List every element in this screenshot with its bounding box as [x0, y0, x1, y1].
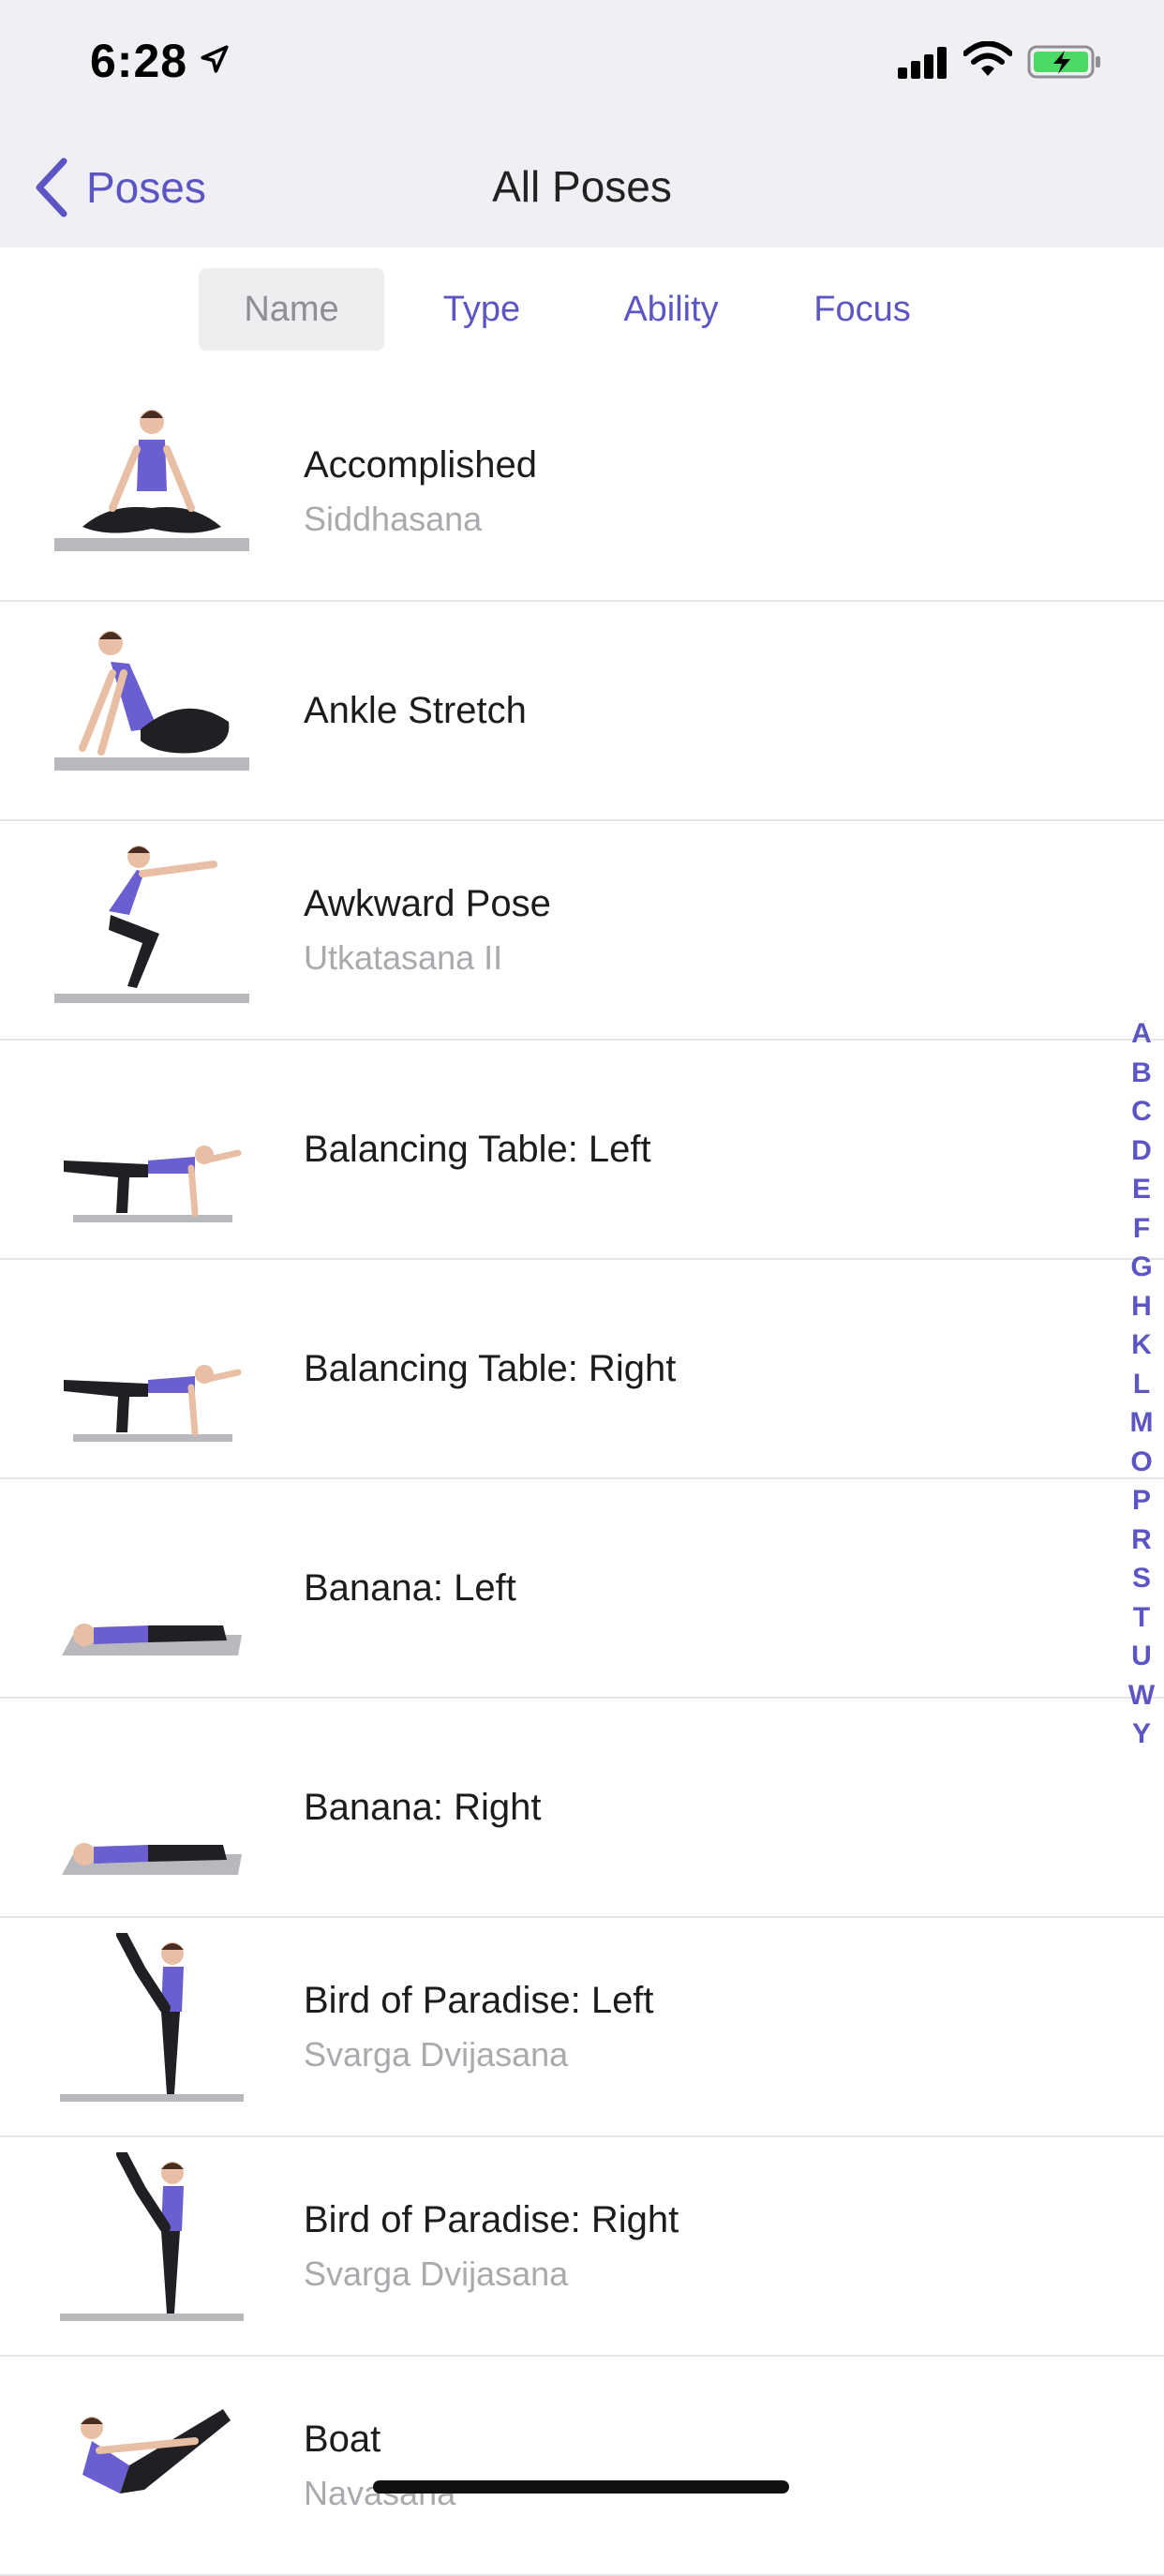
pose-row[interactable]: Bird of Paradise: Left Svarga Dvijasana — [0, 1918, 1164, 2137]
pose-row[interactable]: Banana: Right — [0, 1699, 1164, 1918]
pose-thumbnail — [54, 846, 249, 1003]
cellular-signal-icon — [898, 47, 947, 79]
pose-name: Balancing Table: Right — [304, 1347, 677, 1389]
pose-row[interactable]: Boat Navasana — [0, 2357, 1164, 2576]
index-letter[interactable]: R — [1123, 1520, 1160, 1560]
pose-text: Balancing Table: Right — [304, 1260, 676, 1477]
pose-thumbnail — [54, 631, 249, 771]
pose-name: Boat — [304, 2418, 381, 2460]
index-letter[interactable]: A — [1123, 1014, 1160, 1054]
pose-sanskrit-name: Siddhasana — [304, 499, 483, 538]
pose-text: Bird of Paradise: Left Svarga Dvijasana — [304, 1918, 654, 2135]
pose-text: Banana: Left — [304, 1479, 516, 1697]
sort-segmented-control: Name Type Ability Focus — [0, 247, 1164, 382]
index-letter[interactable]: F — [1123, 1209, 1160, 1249]
pose-row[interactable]: Accomplished Siddhasana — [0, 382, 1164, 602]
pose-thumbnail — [60, 1933, 244, 2102]
index-letter[interactable]: O — [1123, 1443, 1160, 1482]
index-letter[interactable]: H — [1123, 1287, 1160, 1326]
index-letter[interactable]: B — [1123, 1054, 1160, 1093]
pose-thumbnail — [62, 1624, 242, 1655]
index-letter[interactable]: T — [1123, 1598, 1160, 1638]
pose-sanskrit-name: Utkatasana II — [304, 937, 503, 977]
index-letter[interactable]: P — [1123, 1481, 1160, 1520]
pose-text: Awkward Pose Utkatasana II — [304, 821, 551, 1039]
pose-text: Ankle Stretch — [304, 602, 527, 819]
pose-list: Accomplished Siddhasana Ankle Stretch Aw… — [0, 382, 1164, 2576]
tab-name[interactable]: Name — [199, 268, 384, 351]
tab-focus[interactable]: Focus — [769, 268, 956, 351]
home-indicator[interactable] — [373, 2480, 789, 2494]
status-time: 6:28 — [90, 35, 188, 87]
index-letter[interactable]: M — [1123, 1403, 1160, 1443]
pose-row[interactable]: Balancing Table: Right — [0, 1260, 1164, 1479]
pose-text: Balancing Table: Left — [304, 1041, 651, 1258]
pose-name: Balancing Table: Left — [304, 1128, 651, 1170]
tab-type[interactable]: Type — [388, 268, 575, 351]
pose-row[interactable]: Bird of Paradise: Right Svarga Dvijasana — [0, 2137, 1164, 2357]
pose-sanskrit-name: Svarga Dvijasana — [304, 2254, 569, 2293]
pose-text: Bird of Paradise: Right Svarga Dvijasana — [304, 2137, 679, 2355]
index-letter[interactable]: U — [1123, 1637, 1160, 1676]
pose-row[interactable]: Balancing Table: Left — [0, 1041, 1164, 1260]
pose-thumbnail — [64, 1146, 242, 1222]
status-and-nav-bar: 6:28 Poses All Poses — [0, 0, 1164, 247]
pose-thumbnail — [81, 2409, 231, 2494]
pose-row[interactable]: Banana: Left — [0, 1479, 1164, 1699]
index-letter[interactable]: Y — [1123, 1715, 1160, 1754]
index-letter[interactable]: G — [1123, 1248, 1160, 1287]
alphabet-index[interactable]: ABCDEFGHKLMOPRSTUWY — [1123, 1014, 1160, 1754]
tab-ability[interactable]: Ability — [577, 268, 765, 351]
pose-name: Bird of Paradise: Left — [304, 1979, 654, 2021]
pose-name: Accomplished — [304, 443, 538, 486]
pose-row[interactable]: Ankle Stretch — [0, 602, 1164, 821]
pose-text: Accomplished Siddhasana — [304, 382, 537, 600]
index-letter[interactable]: C — [1123, 1092, 1160, 1131]
pose-name: Ankle Stretch — [304, 689, 527, 731]
index-letter[interactable]: E — [1123, 1170, 1160, 1209]
pose-name: Bird of Paradise: Right — [304, 2198, 679, 2240]
pose-thumbnail — [64, 1365, 242, 1442]
pose-thumbnail — [60, 2152, 244, 2321]
pose-row[interactable]: Awkward Pose Utkatasana II — [0, 821, 1164, 1041]
pose-sanskrit-name: Svarga Dvijasana — [304, 2034, 569, 2074]
location-arrow-icon — [201, 45, 229, 73]
pose-name: Awkward Pose — [304, 882, 551, 924]
pose-name: Banana: Left — [304, 1566, 516, 1609]
wifi-icon — [963, 41, 1012, 76]
battery-charging-icon — [1027, 45, 1100, 79]
pose-text: Boat Navasana — [304, 2357, 455, 2574]
index-letter[interactable]: K — [1123, 1325, 1160, 1365]
pose-thumbnail — [62, 1843, 242, 1875]
pose-text: Banana: Right — [304, 1699, 542, 1916]
index-letter[interactable]: W — [1123, 1676, 1160, 1715]
index-letter[interactable]: L — [1123, 1365, 1160, 1404]
page-title: All Poses — [492, 162, 672, 211]
index-letter[interactable]: D — [1123, 1131, 1160, 1171]
pose-name: Banana: Right — [304, 1786, 542, 1828]
pose-thumbnail — [54, 410, 249, 551]
index-letter[interactable]: S — [1123, 1559, 1160, 1598]
